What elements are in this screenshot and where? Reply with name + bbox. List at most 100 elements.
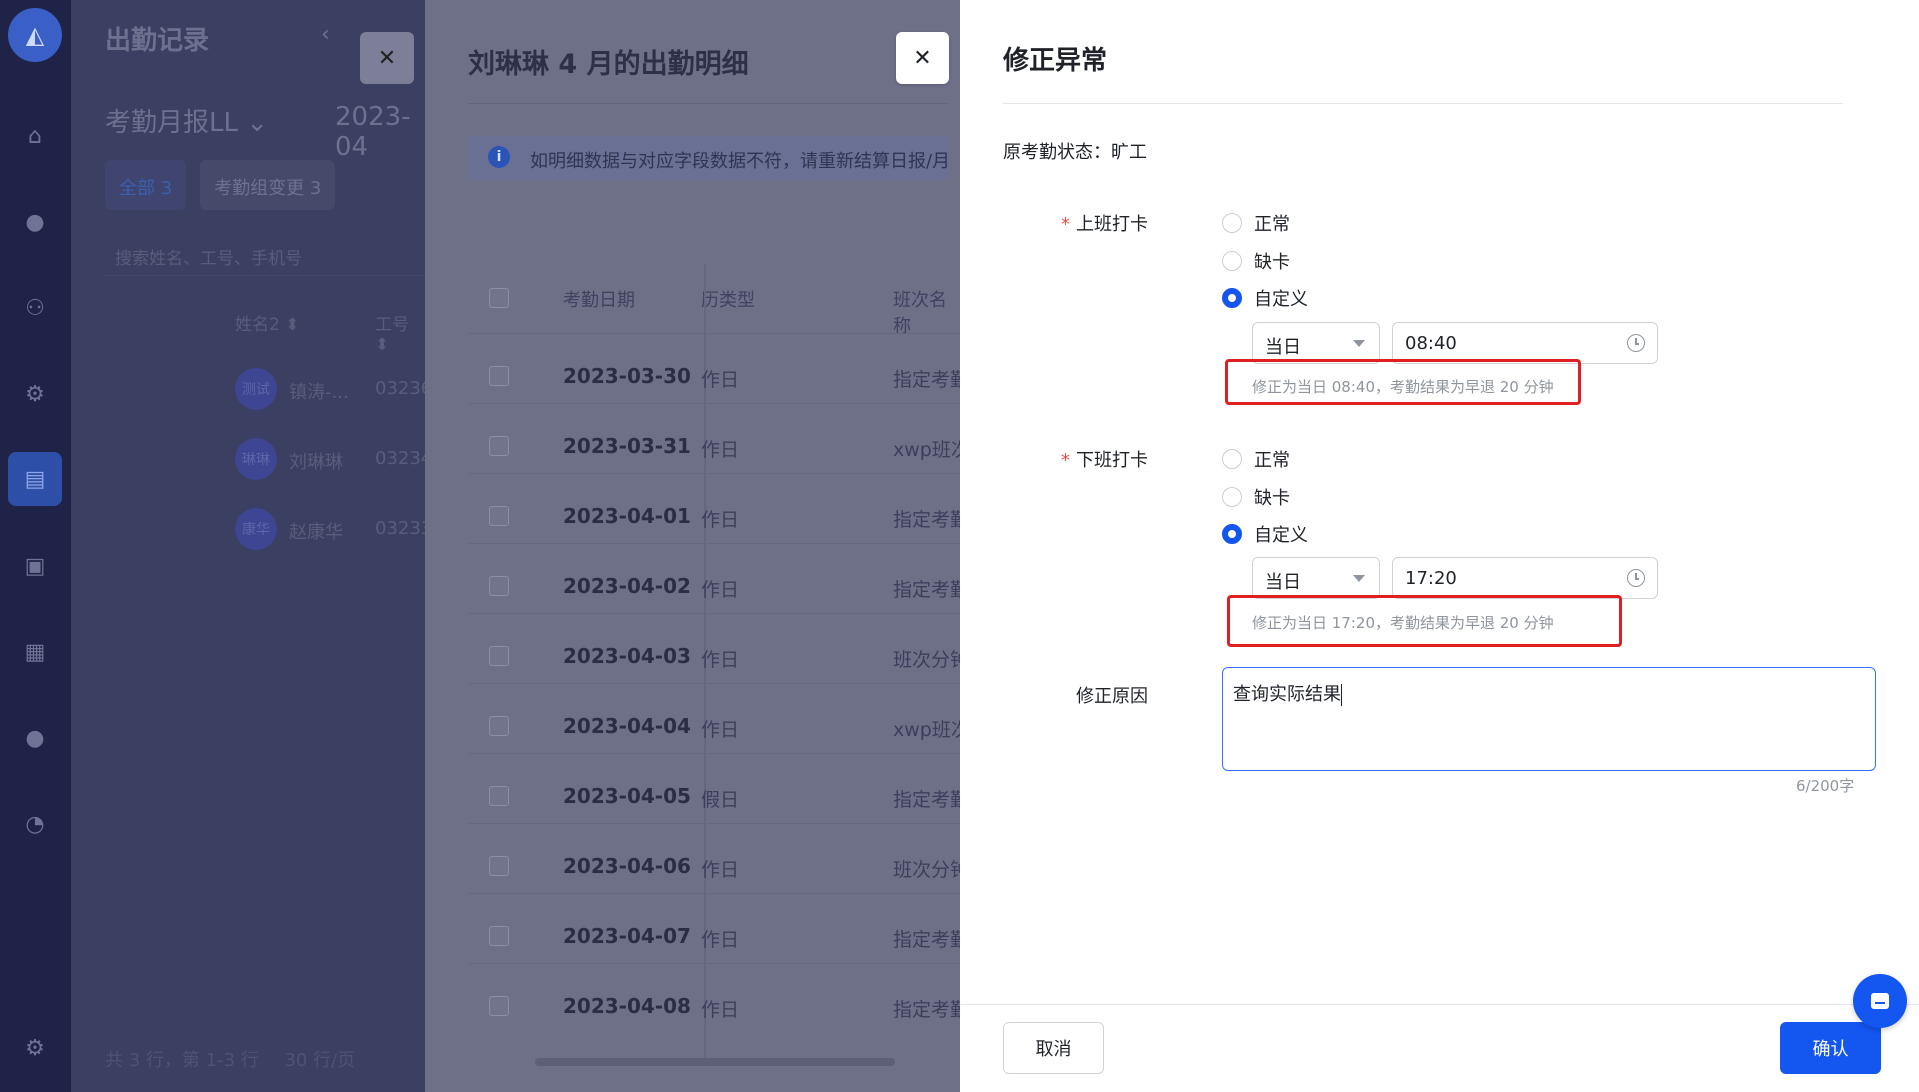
- option-label: 正常: [1254, 450, 1290, 471]
- row-checkbox[interactable]: [489, 436, 509, 456]
- table-row[interactable]: 测试 镇涛-... 03236: [105, 368, 432, 418]
- footer-divider: [960, 1004, 1919, 1005]
- row-divider: [468, 683, 960, 684]
- row-shift: 班次分钟: [893, 649, 970, 671]
- row-shift: xwp班次: [893, 719, 970, 741]
- row-checkbox[interactable]: [489, 506, 509, 526]
- column-name[interactable]: 姓名2 ⬍: [235, 310, 299, 335]
- clock-icon: [1627, 334, 1645, 352]
- avatar: 测试: [235, 368, 277, 410]
- column-date: 考勤日期: [563, 290, 635, 311]
- checkout-option-missing[interactable]: 缺卡: [1222, 484, 1290, 510]
- side-nav: ◭ ⌂ ● ⚇ ⚙ ▤ ▣ ▦ ● ◔ ⚙: [0, 0, 71, 1092]
- reason-value: 查询实际结果: [1233, 684, 1341, 705]
- chat-icon: [1871, 993, 1889, 1009]
- avatar: 琳琳: [235, 438, 277, 480]
- profile-icon[interactable]: ●: [17, 720, 53, 756]
- home-icon[interactable]: ⌂: [17, 118, 53, 154]
- org-icon[interactable]: ⚇: [17, 290, 53, 326]
- row-checkbox[interactable]: [489, 716, 509, 736]
- row-date: 2023-04-04: [563, 714, 691, 738]
- table-header: 姓名2 ⬍ 工号 ⬍: [105, 300, 425, 355]
- horizontal-scrollbar[interactable]: [535, 1058, 895, 1066]
- tab-group-change[interactable]: 考勤组变更 3: [200, 160, 336, 210]
- report-icon[interactable]: ▦: [17, 634, 53, 670]
- row-divider: [468, 893, 960, 894]
- row-divider: [468, 823, 960, 824]
- checkin-option-custom[interactable]: 自定义: [1222, 285, 1308, 311]
- radio-selected-icon: [1222, 524, 1242, 544]
- fix-exception-drawer: 修正异常 原考勤状态：旷工 * 上班打卡 正常 缺卡 自定义 当日 08:40 修…: [960, 0, 1919, 1092]
- select-all-checkbox[interactable]: [489, 288, 509, 308]
- column-no[interactable]: 工号 ⬍: [375, 310, 425, 355]
- option-label: 缺卡: [1254, 252, 1290, 273]
- report-select[interactable]: 考勤月报LL ⌄: [105, 102, 268, 139]
- avatar: 康华: [235, 508, 277, 550]
- ticket-icon[interactable]: ▣: [17, 548, 53, 584]
- row-checkbox[interactable]: [489, 996, 509, 1016]
- column-shift: 班次名称: [893, 290, 947, 337]
- checkout-option-normal[interactable]: 正常: [1222, 446, 1290, 472]
- radio-icon: [1222, 251, 1242, 271]
- row-shift: 指定考勤: [893, 579, 970, 601]
- time-value: 17:20: [1405, 568, 1457, 589]
- table-row[interactable]: 康华 赵康华 03233: [105, 508, 432, 558]
- attendance-icon[interactable]: ▤: [8, 452, 62, 506]
- row-type: 作日: [701, 929, 740, 951]
- row-type: 作日: [701, 649, 740, 671]
- table-row[interactable]: 琳琳 刘琳琳 03234: [105, 438, 432, 488]
- checkout-option-custom[interactable]: 自定义: [1222, 521, 1308, 547]
- user-settings-icon[interactable]: ⚙: [17, 376, 53, 412]
- original-status: 原考勤状态：旷工: [1003, 142, 1147, 163]
- row-date: 2023-03-30: [563, 364, 691, 388]
- settings-icon[interactable]: ⚙: [17, 1030, 53, 1066]
- checkin-day-select[interactable]: 当日: [1252, 322, 1380, 364]
- row-checkbox[interactable]: [489, 926, 509, 946]
- back-icon[interactable]: ‹: [321, 22, 330, 47]
- drawer-title: 刘琳琳 4 月的出勤明细: [468, 49, 749, 80]
- row-type: 作日: [701, 509, 740, 531]
- select-value: 当日: [1265, 337, 1301, 358]
- row-divider: [468, 333, 960, 334]
- search-input[interactable]: 搜索姓名、工号、手机号: [105, 232, 425, 276]
- row-checkbox[interactable]: [489, 646, 509, 666]
- reason-label: 修正原因: [1076, 686, 1148, 707]
- row-checkbox[interactable]: [489, 786, 509, 806]
- month-picker[interactable]: 2023-04: [335, 102, 425, 162]
- row-divider: [468, 403, 960, 404]
- row-date: 2023-03-31: [563, 434, 691, 458]
- pagination-summary: 共 3 行，第 1-3 行: [105, 1050, 259, 1071]
- checkin-option-missing[interactable]: 缺卡: [1222, 248, 1290, 274]
- row-checkbox[interactable]: [489, 856, 509, 876]
- row-date: 2023-04-06: [563, 854, 691, 878]
- checkout-label-text: 下班打卡: [1076, 450, 1148, 471]
- row-checkbox[interactable]: [489, 366, 509, 386]
- row-checkbox[interactable]: [489, 576, 509, 596]
- page-size-select[interactable]: 30 行/页: [284, 1050, 355, 1071]
- row-shift: 指定考勤: [893, 509, 970, 531]
- tab-all[interactable]: 全部 3: [105, 160, 187, 210]
- checkin-time-input[interactable]: 08:40: [1392, 322, 1658, 364]
- row-name: 刘琳琳: [289, 452, 343, 473]
- checkin-option-normal[interactable]: 正常: [1222, 210, 1290, 236]
- radio-icon: [1222, 449, 1242, 469]
- help-chat-button[interactable]: [1853, 974, 1907, 1028]
- confirm-button[interactable]: 确认: [1780, 1022, 1881, 1074]
- row-divider: [468, 963, 960, 964]
- row-shift: 班次分钟: [893, 859, 970, 881]
- attendance-records-page: 出勤记录 ‹ 考勤月报LL ⌄ 2023-04 全部 3 考勤组变更 3 搜索姓…: [71, 0, 432, 1092]
- user-icon[interactable]: ●: [17, 204, 53, 240]
- row-shift: xwp班次: [893, 439, 970, 461]
- clock-icon: [1627, 569, 1645, 587]
- checkout-day-select[interactable]: 当日: [1252, 557, 1380, 599]
- pie-chart-icon[interactable]: ◔: [17, 806, 53, 842]
- checkout-time-input[interactable]: 17:20: [1392, 557, 1658, 599]
- row-date: 2023-04-05: [563, 784, 691, 808]
- close-records-button[interactable]: ✕: [360, 32, 414, 84]
- app-logo-icon[interactable]: ◭: [8, 8, 62, 62]
- cancel-button[interactable]: 取消: [1003, 1022, 1104, 1074]
- row-type: 作日: [701, 579, 740, 601]
- row-date: 2023-04-02: [563, 574, 691, 598]
- close-detail-button[interactable]: ✕: [896, 32, 949, 84]
- reason-textarea[interactable]: 查询实际结果: [1222, 667, 1876, 771]
